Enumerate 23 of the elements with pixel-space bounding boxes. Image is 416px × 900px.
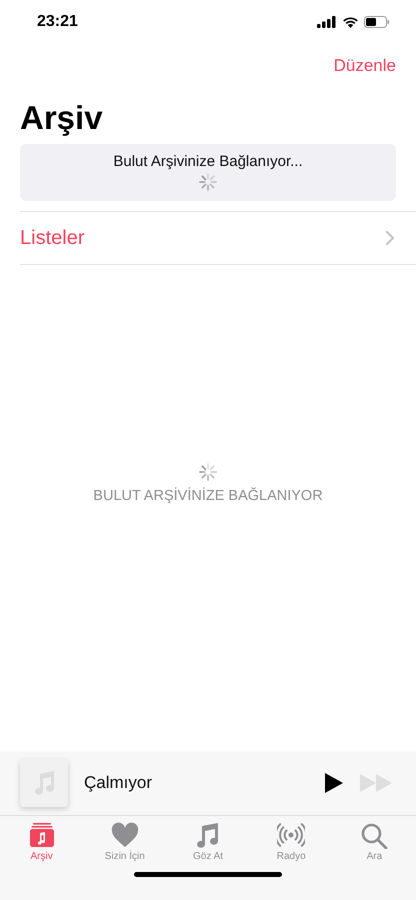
music-stack-icon	[28, 822, 56, 849]
tab-item[interactable]: Sizin İçin	[83, 816, 166, 868]
spinner-icon	[198, 462, 218, 482]
tab-item[interactable]: Göz At	[166, 816, 250, 868]
battery-icon	[364, 16, 390, 28]
page-title: Arşiv	[20, 98, 104, 138]
track-title: Çalmıyor	[84, 773, 154, 793]
clock-time: 23:21	[37, 13, 78, 31]
edit-button[interactable]: Düzenle	[334, 56, 396, 76]
tab-item[interactable]: Ara	[332, 816, 416, 868]
mini-player[interactable]: Çalmıyor	[0, 751, 416, 816]
broadcast-icon	[277, 822, 306, 849]
tab-item[interactable]: Arşiv	[0, 816, 84, 868]
spinner-icon	[198, 172, 218, 192]
search-icon	[360, 822, 388, 849]
chevron-icon	[386, 231, 394, 245]
list-row[interactable]: Listeler	[20, 212, 416, 264]
heart-icon	[110, 822, 139, 849]
tab-item[interactable]: Radyo	[250, 816, 333, 868]
banner-message: Bulut Arşivinize Bağlanıyor...	[113, 153, 303, 170]
wifi-icon	[342, 16, 359, 28]
loading-message: BULUT ARŞİVİNİZE BAĞLANIYOR	[93, 488, 323, 504]
signal-icon	[317, 16, 337, 28]
